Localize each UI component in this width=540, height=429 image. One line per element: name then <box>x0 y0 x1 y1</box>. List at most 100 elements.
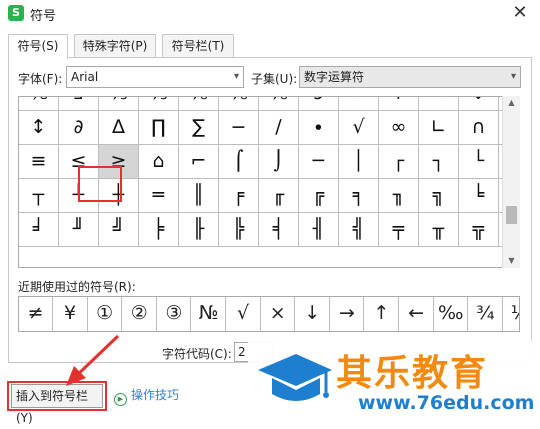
symbol-cell[interactable]: ∕ <box>259 111 299 145</box>
recent-symbol-cell[interactable]: × <box>261 297 296 331</box>
subset-select[interactable]: 数字运算符 ▾ <box>299 66 521 88</box>
watermark-url: www.76edu.com <box>358 392 535 414</box>
symbol-cell[interactable]: ╝ <box>99 213 139 247</box>
symbol-cell[interactable]: ↄ <box>299 97 339 111</box>
scroll-thumb[interactable] <box>506 206 517 224</box>
symbol-cell[interactable]: ∆ <box>99 111 139 145</box>
symbol-cell[interactable]: ╘ <box>459 179 499 213</box>
recent-symbol-cell[interactable]: ② <box>123 297 157 331</box>
watermark-title: 其乐教育 <box>336 353 489 394</box>
symbol-cell[interactable]: ┬ <box>19 179 59 213</box>
window-title: 符号 <box>30 9 57 24</box>
recent-symbol-cell[interactable]: ¾ <box>469 297 503 331</box>
symbol-cell[interactable]: ≥ <box>99 145 139 179</box>
symbol-cell[interactable]: ╛ <box>19 213 59 247</box>
symbol-cell[interactable]: │ <box>339 145 379 179</box>
recent-symbol-cell[interactable]: ¥ <box>54 297 88 331</box>
symbol-cell[interactable]: ╡ <box>259 213 299 247</box>
app-icon: S <box>8 5 24 21</box>
symbol-cell[interactable]: ↓ <box>459 97 499 111</box>
symbol-cell[interactable]: ⅝ <box>259 97 299 111</box>
font-select[interactable]: Arial ▾ <box>66 66 244 88</box>
recent-symbol-cell[interactable]: → <box>330 297 365 331</box>
recent-symbol-cell[interactable]: ← <box>400 297 434 331</box>
symbol-cell[interactable]: √ <box>339 111 379 145</box>
symbol-cell[interactable]: ┼ <box>99 179 139 213</box>
symbol-cell[interactable]: ║ <box>179 179 219 213</box>
recent-symbol-cell[interactable]: ③ <box>157 297 192 331</box>
symbol-cell[interactable]: ≤ <box>59 145 99 179</box>
symbol-cell[interactable]: ⅜ <box>219 97 259 111</box>
symbol-cell[interactable]: ┌ <box>379 145 419 179</box>
symbol-cell[interactable]: ┐ <box>419 145 459 179</box>
symbol-cell[interactable]: ╜ <box>59 213 99 247</box>
symbol-cell[interactable]: ⅍ <box>19 97 59 111</box>
symbol-cell[interactable]: ≡ <box>19 145 59 179</box>
recent-symbol-cell[interactable]: ½ <box>503 297 519 331</box>
scroll-down-icon[interactable]: ▼ <box>503 254 520 268</box>
symbol-cell[interactable]: ∙ <box>299 111 339 145</box>
title-bar: S 符号 ✕ <box>0 0 540 28</box>
recent-symbol-cell[interactable]: ① <box>88 297 123 331</box>
symbol-cell[interactable]: ⅎ <box>59 97 99 111</box>
tab-special-chars[interactable]: 特殊字符(P) <box>74 34 156 58</box>
symbol-cell[interactable]: ∩ <box>459 111 499 145</box>
symbol-cell[interactable]: ╞ <box>139 213 179 247</box>
symbol-cell[interactable]: → <box>419 97 459 111</box>
recent-symbol-cell[interactable]: ↑ <box>365 297 399 331</box>
red-arrow-icon <box>66 334 120 386</box>
symbol-cell[interactable]: ⌐ <box>179 145 219 179</box>
symbol-cell[interactable]: ∂ <box>59 111 99 145</box>
symbol-cell[interactable]: ╔ <box>299 179 339 213</box>
symbol-cell[interactable]: ┴ <box>59 179 99 213</box>
symbol-cell[interactable]: ╕ <box>339 179 379 213</box>
symbol-cell[interactable]: ╢ <box>299 213 339 247</box>
close-button[interactable]: ✕ <box>510 3 530 23</box>
symbol-cell[interactable]: − <box>219 111 259 145</box>
symbol-cell[interactable]: ╥ <box>419 213 459 247</box>
recent-symbol-cell[interactable]: ‰ <box>434 297 469 331</box>
symbol-cell[interactable]: ← <box>339 97 379 111</box>
symbol-cell[interactable]: ╤ <box>379 213 419 247</box>
tab-symbol-bar[interactable]: 符号栏(T) <box>162 34 234 58</box>
symbol-cell[interactable]: ∟ <box>419 111 459 145</box>
scroll-up-icon[interactable]: ▲ <box>503 96 520 110</box>
tips-link-label: 操作技巧 <box>131 388 180 402</box>
symbol-cell[interactable]: ╠ <box>219 213 259 247</box>
symbol-cell[interactable]: ╓ <box>259 179 299 213</box>
watermark: 其乐教育 www.76edu.com <box>248 340 540 421</box>
symbol-cell[interactable]: ╖ <box>379 179 419 213</box>
symbol-cell[interactable]: ⅛ <box>179 97 219 111</box>
symbol-cell[interactable]: ╒ <box>219 179 259 213</box>
symbol-cell[interactable]: ⅔ <box>139 97 179 111</box>
symbol-cell[interactable]: ↑ <box>379 97 419 111</box>
symbol-cell[interactable]: ╣ <box>339 213 379 247</box>
symbol-cell[interactable]: ⌡ <box>259 145 299 179</box>
subset-value: 数字运算符 <box>304 70 365 84</box>
recent-symbol-cell[interactable]: № <box>192 297 226 331</box>
symbol-cell[interactable]: ⅓ <box>99 97 139 111</box>
symbol-cell[interactable]: ∑ <box>179 111 219 145</box>
chevron-down-icon: ▾ <box>510 71 516 82</box>
recent-symbols-grid: ≠¥①②③№√×↓→↑←‰¾½ <box>18 296 520 332</box>
symbol-cell[interactable]: ╗ <box>419 179 459 213</box>
symbol-cell[interactable]: ═ <box>139 179 179 213</box>
symbol-cell[interactable]: ╦ <box>459 213 499 247</box>
symbol-grid-scrollbar[interactable]: ▲ ▼ <box>502 96 520 268</box>
symbol-cell[interactable]: ↕ <box>19 111 59 145</box>
char-code-label: 字符代码(C): <box>162 347 232 361</box>
symbol-cell[interactable]: ∏ <box>139 111 179 145</box>
symbol-cell[interactable]: └ <box>459 145 499 179</box>
symbol-cell[interactable]: ⌂ <box>139 145 179 179</box>
recent-symbol-cell[interactable]: ↓ <box>296 297 330 331</box>
symbol-grid: ⅍ⅎ⅓⅔⅛⅜⅝ↄ←↑→↓↔↕↕∂∆∏∑−∕∙√∞∟∩∫≈≠≡≤≥⌂⌐⌠⌡─│┌┐… <box>18 96 520 268</box>
recent-symbol-cell[interactable]: √ <box>227 297 261 331</box>
symbol-cell[interactable]: ─ <box>299 145 339 179</box>
font-value: Arial <box>71 70 99 84</box>
tab-symbols[interactable]: 符号(S) <box>8 34 68 59</box>
recent-symbol-cell[interactable]: ≠ <box>19 297 53 331</box>
subset-label: 子集(U): <box>251 72 298 86</box>
symbol-cell[interactable]: ⌠ <box>219 145 259 179</box>
symbol-cell[interactable]: ∞ <box>379 111 419 145</box>
symbol-cell[interactable]: ╟ <box>179 213 219 247</box>
